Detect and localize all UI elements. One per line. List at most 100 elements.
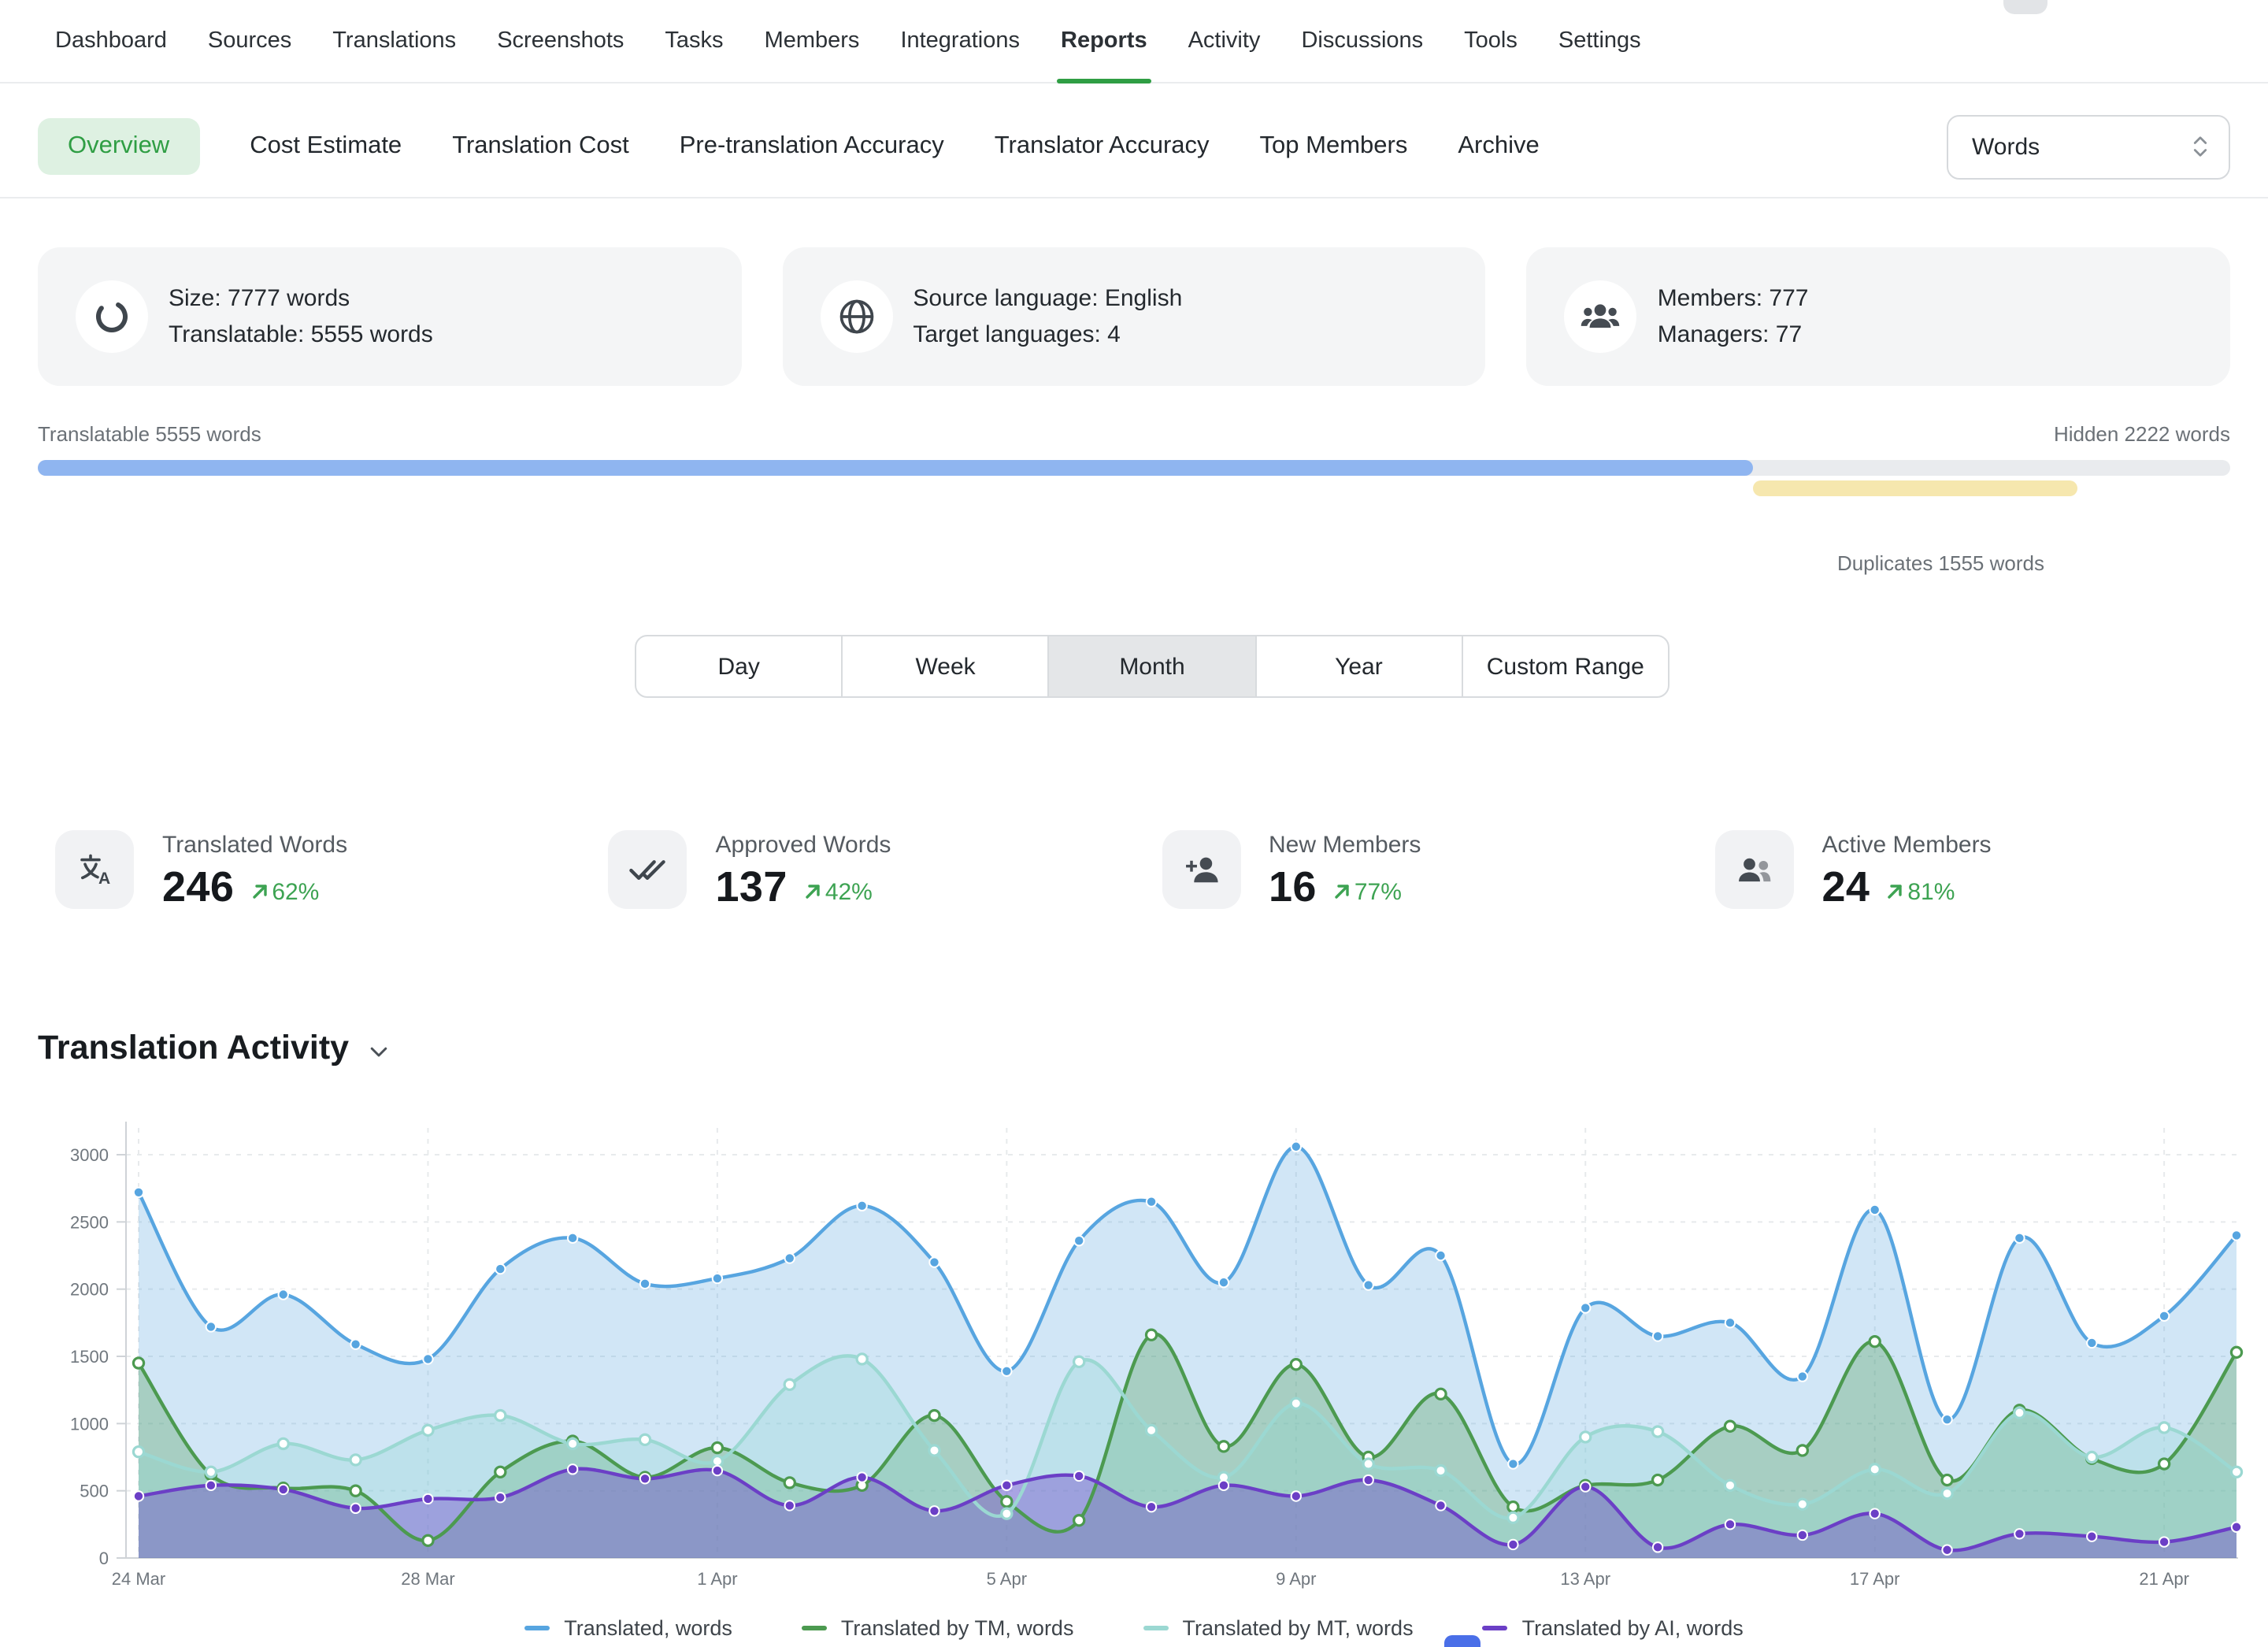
activity-header: Translation Activity <box>38 1029 390 1068</box>
people-icon <box>1715 830 1794 909</box>
report-tabs: Overview Cost Estimate Translation Cost Pre… <box>38 118 1947 175</box>
size-card: Size: 7777 words Translatable: 5555 word… <box>38 247 741 386</box>
stat-delta: 42% <box>803 878 873 905</box>
range-year[interactable]: Year <box>1254 636 1461 696</box>
svg-text:24 Mar: 24 Mar <box>112 1569 165 1589</box>
range-day[interactable]: Day <box>636 636 841 696</box>
stat-value: 24 <box>1822 863 1870 912</box>
nav-item-tools[interactable]: Tools <box>1464 0 1518 82</box>
legend-swatch <box>1143 1626 1168 1630</box>
range-month[interactable]: Month <box>1048 636 1254 696</box>
stat-approved-words: Approved Words 137 42% <box>609 830 1162 912</box>
unit-select-value: Words <box>1972 133 2040 160</box>
nav-item-reports[interactable]: Reports <box>1061 0 1147 82</box>
svg-text:2000: 2000 <box>70 1280 109 1300</box>
legend-item-translated-by-mt-words[interactable]: Translated by MT, words <box>1143 1616 1413 1640</box>
nav-item-translations[interactable]: Translations <box>332 0 456 82</box>
tab-translator-accuracy[interactable]: Translator Accuracy <box>995 132 1210 161</box>
nav-item-sources[interactable]: Sources <box>208 0 291 82</box>
tab-overview[interactable]: Overview <box>38 118 199 175</box>
nav-item-activity[interactable]: Activity <box>1188 0 1261 82</box>
nav-item-integrations[interactable]: Integrations <box>900 0 1020 82</box>
svg-text:A: A <box>98 870 110 888</box>
svg-text:9 Apr: 9 Apr <box>1276 1569 1316 1589</box>
nav-item-discussions[interactable]: Discussions <box>1301 0 1423 82</box>
svg-text:17 Apr: 17 Apr <box>1850 1569 1900 1589</box>
hidden-words-label: Hidden 2222 words <box>2054 422 2230 446</box>
translation-activity-chart: 24 Mar28 Mar1 Apr5 Apr9 Apr13 Apr17 Apr2… <box>0 1087 2268 1610</box>
translatable-line: Translatable: 5555 words <box>169 317 433 353</box>
nav-item-tasks[interactable]: Tasks <box>665 0 723 82</box>
size-line: Size: 7777 words <box>169 280 433 317</box>
stat-value: 246 <box>162 863 234 912</box>
legend-swatch <box>1483 1626 1508 1630</box>
tab-translation-cost[interactable]: Translation Cost <box>452 132 629 161</box>
svg-text:500: 500 <box>80 1482 109 1501</box>
unit-select[interactable]: Words <box>1947 114 2230 179</box>
svg-text:2500: 2500 <box>70 1212 109 1232</box>
trend-up-icon <box>1332 882 1351 901</box>
person-add-icon <box>1162 830 1240 909</box>
avatar[interactable] <box>2003 0 2048 14</box>
members-icon <box>1565 280 1637 353</box>
managers-line: Managers: 77 <box>1658 317 1809 353</box>
nav-item-dashboard[interactable]: Dashboard <box>55 0 167 82</box>
chart-legend: Translated, words Translated by TM, words… <box>0 1616 2268 1640</box>
legend-label: Translated by AI, words <box>1522 1616 1744 1640</box>
words-progress: Translatable 5555 words Hidden 2222 word… <box>38 422 2230 523</box>
source-language-line: Source language: English <box>913 280 1182 317</box>
translatable-words-label: Translatable 5555 words <box>38 422 261 446</box>
tab-pre-translation-accuracy[interactable]: Pre-translation Accuracy <box>680 132 944 161</box>
nav-item-members[interactable]: Members <box>765 0 860 82</box>
stat-label: Active Members <box>1822 832 1992 859</box>
reports-page: Dashboard Sources Translations Screenshots T… <box>0 0 2268 1647</box>
legend-item-translated-by-ai-words[interactable]: Translated by AI, words <box>1483 1616 1744 1640</box>
stat-active-members: Active Members 24 81% <box>1715 830 2268 912</box>
legend-swatch <box>802 1626 827 1630</box>
legend-item-translated-words[interactable]: Translated, words <box>524 1616 732 1640</box>
legend-item-translated-by-tm-words[interactable]: Translated by TM, words <box>802 1616 1074 1640</box>
range-week[interactable]: Week <box>841 636 1047 696</box>
svg-text:1 Apr: 1 Apr <box>697 1569 737 1589</box>
stat-delta: 62% <box>250 878 319 905</box>
report-tabs-bar: Overview Cost Estimate Translation Cost Pre… <box>0 112 2268 181</box>
languages-card: Source language: English Target language… <box>782 247 1485 386</box>
svg-text:1500: 1500 <box>70 1347 109 1367</box>
stat-translated-words: A Translated Words 246 62% <box>55 830 609 912</box>
target-languages-line: Target languages: 4 <box>913 317 1182 353</box>
svg-text:0: 0 <box>99 1549 109 1568</box>
svg-text:13 Apr: 13 Apr <box>1560 1569 1610 1589</box>
top-nav: Dashboard Sources Translations Screenshots T… <box>0 0 2268 83</box>
double-check-icon <box>609 830 687 909</box>
svg-text:28 Mar: 28 Mar <box>401 1569 454 1589</box>
tab-archive[interactable]: Archive <box>1458 132 1539 161</box>
range-custom-range[interactable]: Custom Range <box>1462 636 1668 696</box>
trend-up-icon <box>250 882 269 901</box>
legend-label: Translated, words <box>564 1616 732 1640</box>
stat-delta: 81% <box>1885 878 1955 905</box>
top-nav-items: Dashboard Sources Translations Screenshots T… <box>55 0 1641 82</box>
tab-top-members[interactable]: Top Members <box>1260 132 1408 161</box>
stat-new-members: New Members 16 77% <box>1162 830 1715 912</box>
members-line: Members: 777 <box>1658 280 1809 317</box>
stat-label: New Members <box>1269 832 1421 859</box>
section-title: Translation Activity <box>38 1029 349 1068</box>
svg-text:1000: 1000 <box>70 1414 109 1434</box>
cropped-bottom-element[interactable] <box>1444 1634 1480 1647</box>
stat-label: Approved Words <box>716 832 891 859</box>
stat-delta-value: 77% <box>1354 878 1402 905</box>
collapse-chevron-icon[interactable] <box>366 1040 390 1063</box>
divider <box>0 197 2268 198</box>
nav-item-settings[interactable]: Settings <box>1558 0 1641 82</box>
stat-delta-value: 62% <box>272 878 319 905</box>
tab-cost-estimate[interactable]: Cost Estimate <box>250 132 402 161</box>
stat-delta-value: 81% <box>1907 878 1955 905</box>
stats-row: A Translated Words 246 62% Approved Word… <box>55 830 2268 912</box>
duplicates-label: Duplicates 1555 words <box>1837 551 2044 575</box>
sync-icon <box>76 280 148 353</box>
summary-cards: Size: 7777 words Translatable: 5555 word… <box>38 247 2230 386</box>
date-range-toggle: DayWeekMonthYearCustom Range <box>635 635 1670 698</box>
translatable-bar <box>38 460 1752 476</box>
nav-item-screenshots[interactable]: Screenshots <box>497 0 624 82</box>
svg-text:3000: 3000 <box>70 1145 109 1165</box>
